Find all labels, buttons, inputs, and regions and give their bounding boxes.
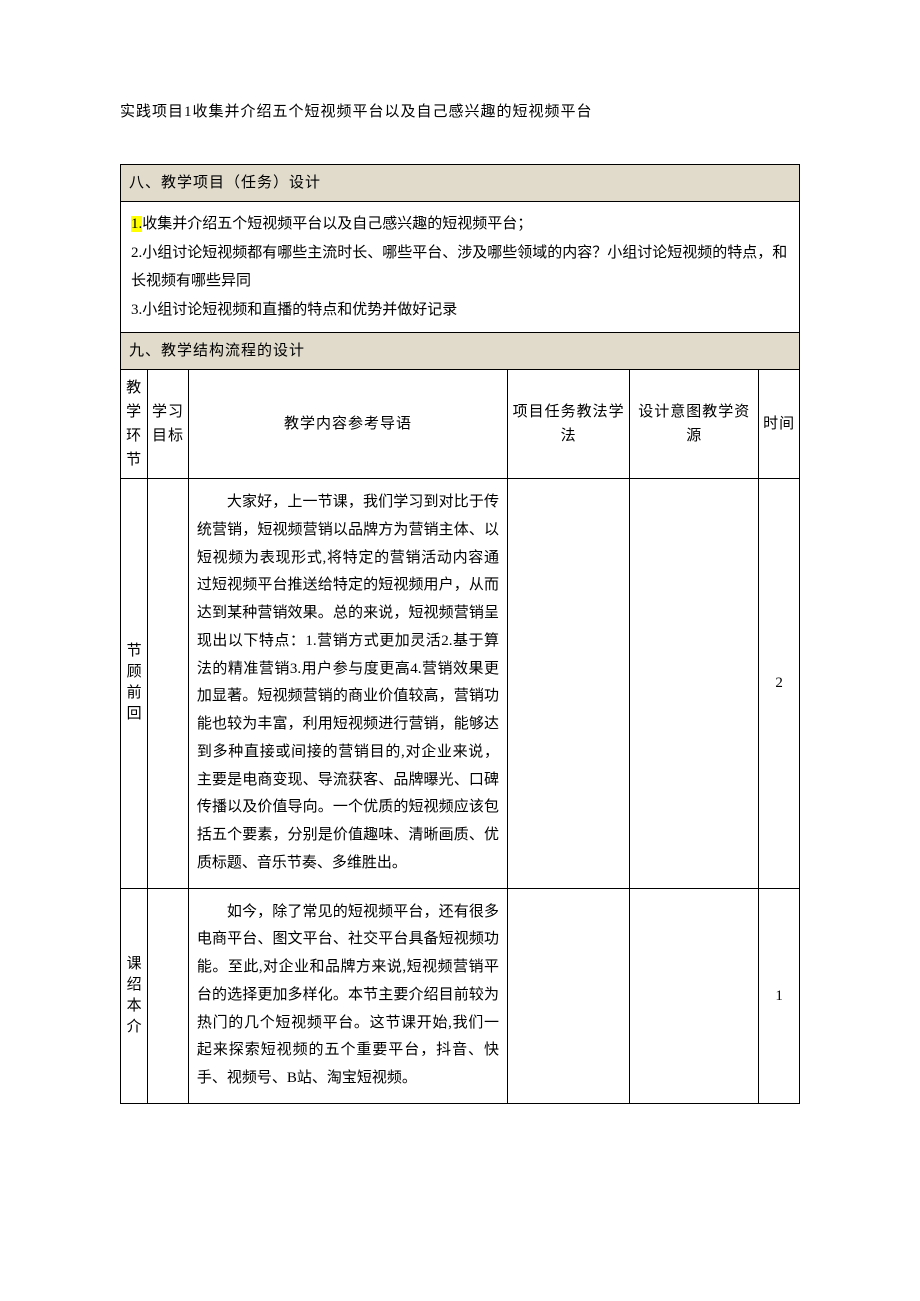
task-1-number-highlight: 1. [131, 216, 142, 232]
header-method: 项目任务教法学法 [508, 370, 630, 479]
row-1-phase: 节顾前回 [121, 479, 148, 889]
header-purpose: 设计意图教学资源 [630, 370, 759, 479]
page-intro: 实践项目1收集并介绍五个短视频平台以及自己感兴趣的短视频平台 [120, 100, 800, 124]
section-9-title: 九、教学结构流程的设计 [121, 333, 800, 370]
row-1-content: 大家好，上一节课，我们学习到对比于传统营销，短视频营销以品牌方为营销主体、以短视… [188, 479, 507, 889]
header-goal: 学习目标 [148, 370, 189, 479]
task-line-3: 3.小组讨论短视频和直播的特点和优势并做好记录 [131, 296, 789, 325]
row-1-time: 2 [759, 479, 800, 889]
section-9-header-row: 九、教学结构流程的设计 [121, 333, 800, 370]
section-8-title: 八、教学项目（任务）设计 [121, 165, 800, 202]
task-1-text: 收集并介绍五个短视频平台以及自己感兴趣的短视频平台； [142, 216, 532, 232]
section-8-header-row: 八、教学项目（任务）设计 [121, 165, 800, 202]
row-1-purpose [630, 479, 759, 889]
row-1-goal [148, 479, 189, 889]
row-2-purpose [630, 888, 759, 1103]
row-2-method [508, 888, 630, 1103]
task-line-2: 2.小组讨论短视频都有哪些主流时长、哪些平台、涉及哪些领域的内容？小组讨论短视频… [131, 239, 789, 296]
lesson-plan-table: 八、教学项目（任务）设计 1.收集并介绍五个短视频平台以及自己感兴趣的短视频平台… [120, 164, 800, 1104]
section-8-tasks: 1.收集并介绍五个短视频平台以及自己感兴趣的短视频平台； 2.小组讨论短视频都有… [121, 202, 800, 333]
row-1-method [508, 479, 630, 889]
table-header-row: 教学环节 学习目标 教学内容参考导语 项目任务教法学法 设计意图教学资源 时间 [121, 370, 800, 479]
row-2-content: 如今，除了常见的短视频平台，还有很多电商平台、图文平台、社交平台具备短视频功能。… [188, 888, 507, 1103]
table-row: 节顾前回 大家好，上一节课，我们学习到对比于传统营销，短视频营销以品牌方为营销主… [121, 479, 800, 889]
section-8-tasks-row: 1.收集并介绍五个短视频平台以及自己感兴趣的短视频平台； 2.小组讨论短视频都有… [121, 202, 800, 333]
header-content: 教学内容参考导语 [188, 370, 507, 479]
header-time: 时间 [759, 370, 800, 479]
row-2-phase: 课绍本介 [121, 888, 148, 1103]
table-row: 课绍本介 如今，除了常见的短视频平台，还有很多电商平台、图文平台、社交平台具备短… [121, 888, 800, 1103]
row-2-goal [148, 888, 189, 1103]
task-line-1: 1.收集并介绍五个短视频平台以及自己感兴趣的短视频平台； [131, 210, 789, 239]
row-2-time: 1 [759, 888, 800, 1103]
header-phase: 教学环节 [121, 370, 148, 479]
